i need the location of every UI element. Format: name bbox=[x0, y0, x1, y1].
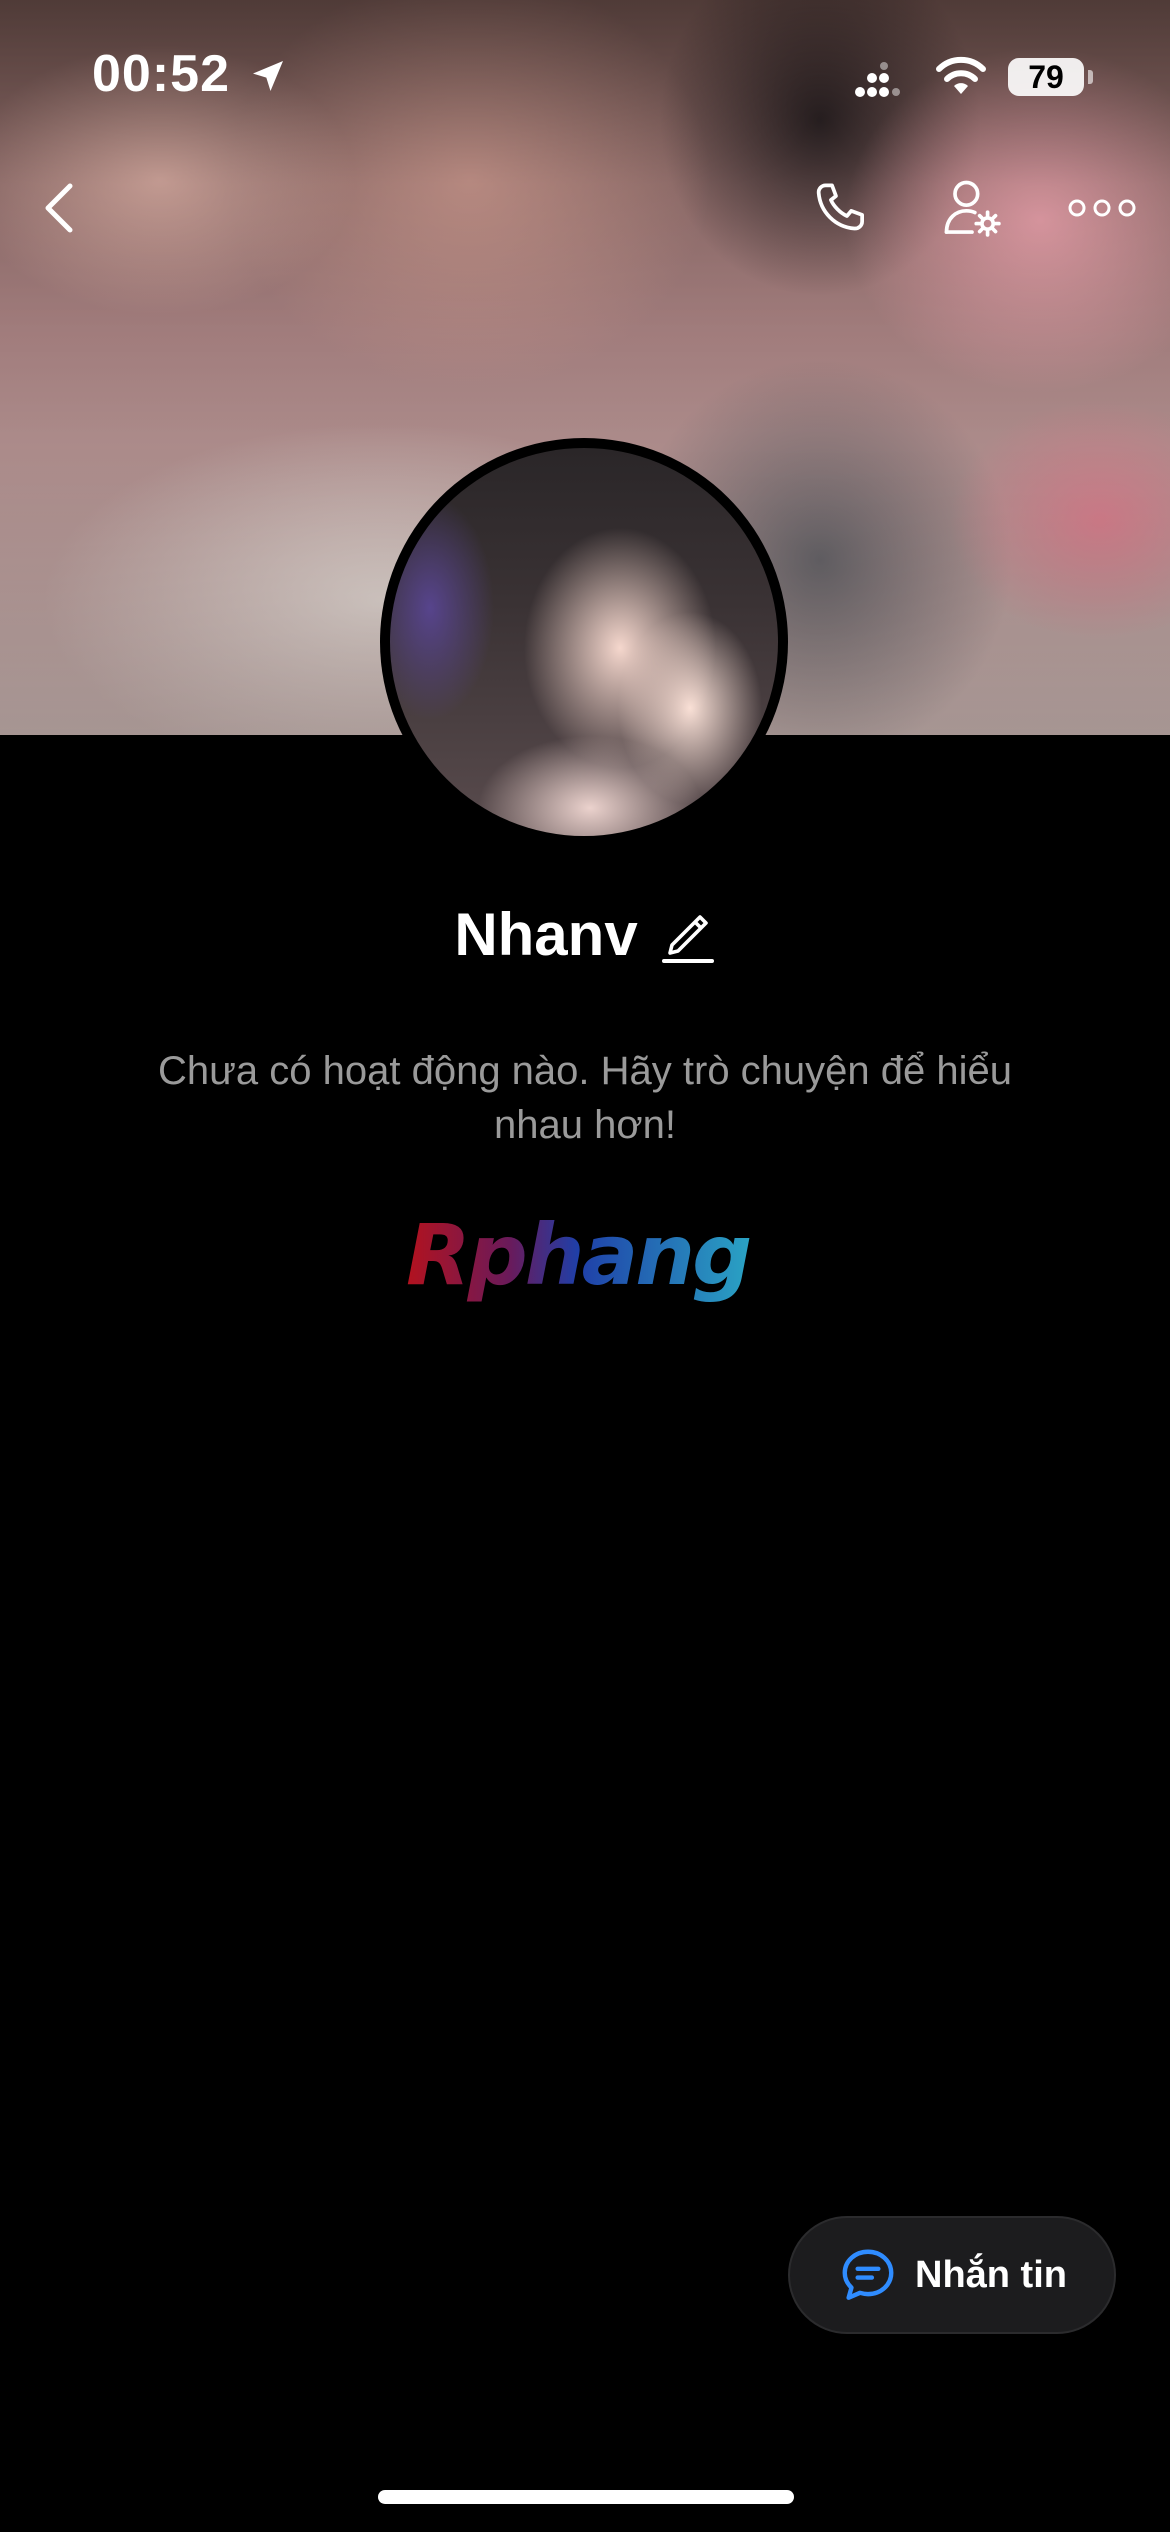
home-indicator[interactable] bbox=[378, 2490, 794, 2504]
avatar-photo bbox=[390, 448, 778, 836]
chevron-left-icon bbox=[45, 183, 73, 233]
location-arrow-icon bbox=[253, 61, 283, 91]
wifi-icon bbox=[936, 56, 986, 94]
empty-activity-message: Chưa có hoạt động nào. Hãy trò chuyện để… bbox=[157, 1049, 1013, 1147]
cellular-signal-icon bbox=[855, 62, 900, 97]
more-options-button[interactable] bbox=[1062, 168, 1142, 248]
profile-name-row: Nhanv bbox=[0, 900, 1170, 969]
pencil-icon[interactable] bbox=[660, 905, 716, 965]
back-button[interactable] bbox=[20, 168, 100, 248]
user-settings-icon bbox=[944, 180, 1001, 237]
battery-indicator: 79 bbox=[1008, 58, 1084, 96]
user-settings-button[interactable] bbox=[932, 168, 1012, 248]
profile-name: Nhanv bbox=[454, 901, 638, 968]
more-horizontal-icon bbox=[1068, 199, 1136, 217]
status-time: 00:52 bbox=[92, 45, 230, 103]
svg-text:Rphang: Rphang bbox=[406, 1210, 750, 1304]
phone-icon bbox=[816, 183, 864, 231]
call-button[interactable] bbox=[800, 168, 880, 248]
message-button-label: Nhắn tin bbox=[915, 2253, 1067, 2296]
rphang-watermark-logo: Rphang bbox=[406, 1210, 753, 1304]
chat-bubble-icon bbox=[842, 2249, 894, 2300]
battery-tip bbox=[1088, 70, 1093, 84]
message-button[interactable]: Nhắn tin bbox=[788, 2216, 1116, 2334]
profile-avatar[interactable] bbox=[380, 438, 788, 846]
status-bar: 00:52 79 bbox=[0, 0, 1170, 150]
